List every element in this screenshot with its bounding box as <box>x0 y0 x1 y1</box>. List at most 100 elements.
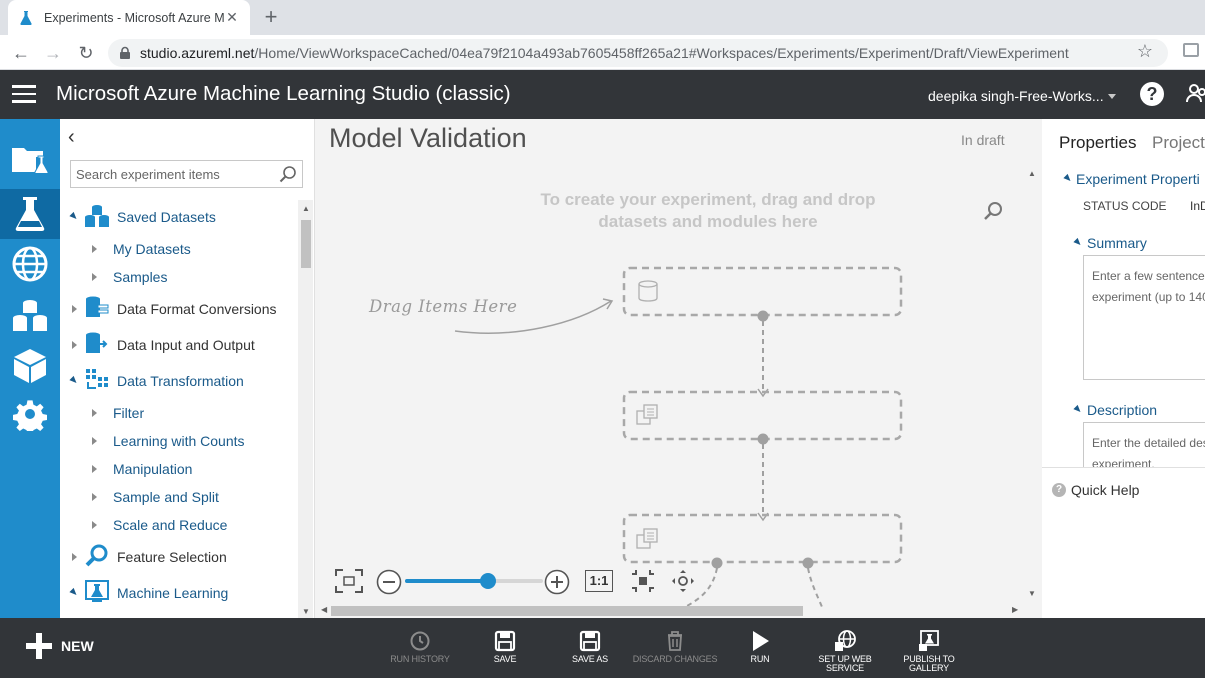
tree-item-scale-and-reduce[interactable]: Scale and Reduce <box>60 511 296 539</box>
rail-item-web-services[interactable] <box>0 239 60 289</box>
save-as-button[interactable]: SAVE AS <box>545 630 635 664</box>
tree-item-my-datasets[interactable]: My Datasets <box>60 235 296 263</box>
set-up-web-service-button[interactable]: SET UP WEB SERVICE <box>800 630 890 673</box>
new-tab-icon[interactable]: + <box>260 6 282 28</box>
search-icon[interactable] <box>279 165 297 183</box>
tree-item-learning-with-counts[interactable]: Learning with Counts <box>60 427 296 455</box>
collapsed-caret-icon <box>92 273 97 281</box>
zoom-slider-handle[interactable] <box>479 573 496 589</box>
extension-icon[interactable] <box>1183 43 1199 57</box>
section-experiment-properties[interactable]: Experiment Properti <box>1076 171 1200 187</box>
url-bar[interactable]: studio.azureml.net/Home/ViewWorkspaceCac… <box>108 39 1168 67</box>
tree-item-data-transformation[interactable]: Data Transformation <box>60 367 296 395</box>
tree-item-data-input-output[interactable]: Data Input and Output <box>60 331 296 359</box>
zoom-in-icon[interactable] <box>544 569 570 595</box>
run-button[interactable]: RUN <box>715 630 805 664</box>
new-button[interactable]: NEW <box>26 633 94 659</box>
palette-scrollbar-thumb[interactable] <box>301 220 311 268</box>
rail-item-settings[interactable] <box>0 389 60 439</box>
lock-icon <box>120 46 130 59</box>
tree-item-saved-datasets[interactable]: Saved Datasets <box>60 203 296 231</box>
palette-search <box>70 160 303 188</box>
publish-to-gallery-button[interactable]: PUBLISH TO GALLERY <box>884 630 974 673</box>
fit-to-screen-icon[interactable] <box>335 569 363 593</box>
browser-tab[interactable]: Experiments - Microsoft Azure M ✕ <box>8 0 250 35</box>
chevron-down-icon[interactable] <box>1108 94 1116 99</box>
forward-icon[interactable]: → <box>42 42 64 64</box>
history-icon <box>410 631 430 651</box>
tree-item-data-format-conversions[interactable]: Data Format Conversions <box>60 295 296 323</box>
scroll-up-icon[interactable]: ▲ <box>302 204 310 213</box>
search-input[interactable] <box>71 161 271 187</box>
zoom-slider[interactable] <box>405 573 543 589</box>
quick-help-label[interactable]: Quick Help <box>1071 482 1139 498</box>
tab-project[interactable]: Project <box>1152 133 1205 153</box>
output-port <box>802 557 814 569</box>
scroll-right-icon[interactable]: ▶ <box>1012 605 1018 614</box>
section-summary[interactable]: Summary <box>1087 235 1147 251</box>
tree-item-feature-selection[interactable]: Feature Selection <box>60 543 296 571</box>
discard-changes-button[interactable]: DISCARD CHANGES <box>630 630 720 664</box>
tree-item-filter[interactable]: Filter <box>60 399 296 427</box>
people-icon[interactable] <box>1186 82 1205 106</box>
help-icon[interactable]: ? <box>1140 82 1164 106</box>
pan-icon[interactable] <box>671 569 695 593</box>
canvas-horizontal-scrollbar-thumb[interactable] <box>331 606 803 616</box>
collapsed-caret-icon <box>92 437 97 445</box>
rail-item-datasets[interactable] <box>0 291 60 341</box>
rail-item-trained-models[interactable] <box>0 341 60 391</box>
save-button[interactable]: SAVE <box>460 630 550 664</box>
machine-learning-icon <box>85 580 109 602</box>
module-icon <box>636 404 658 425</box>
bookmark-star-icon[interactable]: ☆ <box>1137 41 1153 62</box>
run-history-button[interactable]: RUN HISTORY <box>375 630 465 664</box>
status-code-value: InD <box>1190 199 1205 213</box>
zoom-slider-fill <box>405 579 488 583</box>
scroll-up-icon[interactable]: ▲ <box>1028 169 1036 178</box>
zoom-out-icon[interactable] <box>376 569 402 595</box>
plus-icon <box>26 633 52 659</box>
close-icon[interactable]: ✕ <box>224 9 240 25</box>
reload-icon[interactable]: ↻ <box>75 42 97 64</box>
address-bar: ← → ↻ studio.azureml.net/Home/ViewWorksp… <box>0 35 1205 70</box>
collapse-palette-icon[interactable]: ‹ <box>68 125 84 149</box>
data-format-conversions-icon <box>86 296 109 317</box>
expanded-caret-icon[interactable] <box>1073 237 1083 248</box>
zoom-to-center-icon[interactable] <box>631 569 655 593</box>
hamburger-menu-icon[interactable] <box>12 85 36 103</box>
rail-item-experiments[interactable] <box>0 189 60 239</box>
tree-item-machine-learning[interactable]: Machine Learning <box>60 579 296 607</box>
rail-item-projects[interactable] <box>0 134 60 184</box>
gallery-icon <box>919 630 939 651</box>
section-description[interactable]: Description <box>1087 402 1157 418</box>
summary-textarea[interactable]: Enter a few sentences experiment (up to … <box>1083 255 1205 380</box>
module-icon <box>636 528 658 549</box>
expanded-caret-icon[interactable] <box>1063 173 1073 184</box>
workspace-selector[interactable]: deepika singh-Free-Works... <box>928 88 1104 104</box>
properties-panel: Properties Project Experiment Properti S… <box>1042 119 1205 618</box>
expanded-caret-icon <box>69 375 79 386</box>
expanded-caret-icon[interactable] <box>1073 404 1083 415</box>
expanded-caret-icon <box>69 587 79 598</box>
tree-item-manipulation[interactable]: Manipulation <box>60 455 296 483</box>
data-input-output-icon <box>86 332 108 353</box>
scroll-down-icon[interactable]: ▼ <box>302 607 310 616</box>
experiment-canvas[interactable]: Model Validation In draft To create your… <box>315 119 1042 618</box>
back-icon[interactable]: ← <box>10 42 32 64</box>
tab-properties[interactable]: Properties <box>1059 133 1136 153</box>
scroll-left-icon[interactable]: ◀ <box>321 605 327 614</box>
feature-selection-icon <box>85 544 108 567</box>
output-port <box>757 433 769 445</box>
collapsed-caret-icon <box>72 305 77 313</box>
expanded-caret-icon <box>69 211 79 222</box>
collapsed-caret-icon <box>72 341 77 349</box>
scroll-down-icon[interactable]: ▼ <box>1028 589 1036 598</box>
url-text: studio.azureml.net/Home/ViewWorkspaceCac… <box>140 45 1069 61</box>
experiments-icon <box>15 197 45 231</box>
drag-arrow-line <box>454 300 612 334</box>
tree-item-samples[interactable]: Samples <box>60 263 296 291</box>
collapsed-caret-icon <box>92 493 97 501</box>
tree-item-sample-and-split[interactable]: Sample and Split <box>60 483 296 511</box>
placeholder-module-box <box>622 513 903 564</box>
actual-size-button[interactable]: 1:1 <box>585 570 613 592</box>
